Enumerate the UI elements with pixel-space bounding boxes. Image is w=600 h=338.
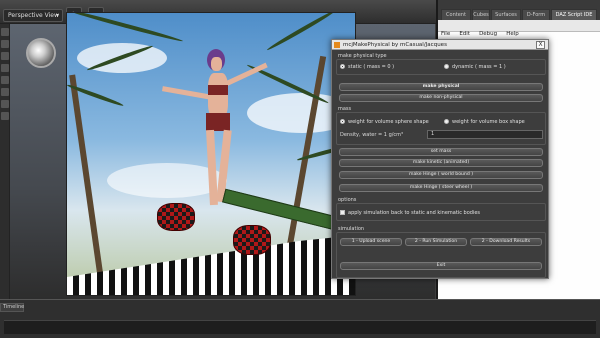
dialog-title: mcjMakePhysical by mCasual/Jacques — [332, 40, 548, 50]
static-radio[interactable]: static ( mass = 0 ) — [340, 64, 394, 71]
mass-group — [336, 112, 546, 145]
close-button[interactable]: X — [536, 41, 545, 49]
viewport-camera-label: Perspective View — [8, 12, 59, 19]
radio-checked-icon — [340, 119, 345, 124]
viewport-camera-select[interactable]: Perspective View ▾ — [3, 9, 63, 22]
move-tool-icon[interactable] — [1, 40, 9, 48]
apply-back-checkbox[interactable]: apply simulation back to static and kine… — [340, 210, 480, 216]
checkbox-unchecked-icon — [340, 210, 345, 215]
camera-orbit-control[interactable] — [26, 38, 56, 68]
radio-unchecked-icon — [444, 119, 449, 124]
timeline-track[interactable] — [4, 320, 596, 334]
box-shape-label: weight for volume box shape — [452, 119, 525, 125]
set-mass-button[interactable]: set mass — [339, 148, 543, 156]
box-shape-radio[interactable]: weight for volume box shape — [444, 119, 525, 126]
make-non-physical-button[interactable]: make non-physical — [339, 94, 543, 102]
skateboard-deck — [222, 188, 342, 232]
apply-back-label: apply simulation back to static and kine… — [348, 210, 481, 216]
palm-leaf — [266, 13, 338, 52]
figure-head — [211, 57, 222, 71]
dynamic-radio[interactable]: dynamic ( mass = 1 ) — [444, 64, 506, 71]
make-kinetic-button[interactable]: make kinetic (animated) — [339, 159, 543, 167]
make-hinge-world-button[interactable]: make Hinge ( world bound ) — [339, 171, 543, 179]
figure-torso — [208, 73, 228, 118]
pan-tool-icon[interactable] — [1, 76, 9, 84]
static-radio-label: static ( mass = 0 ) — [348, 64, 395, 70]
radio-checked-icon — [340, 64, 345, 69]
tool-column — [0, 24, 10, 304]
skateboard-wheel — [157, 203, 195, 231]
radio-unchecked-icon — [444, 64, 449, 69]
exit-button[interactable]: Exit — [340, 262, 542, 270]
make-physical-button[interactable]: make physical — [339, 83, 543, 91]
sphere-shape-radio[interactable]: weight for volume sphere shape — [340, 119, 429, 126]
scale-tool-icon[interactable] — [1, 64, 9, 72]
checkered-floor — [67, 235, 355, 295]
app-icon — [334, 42, 340, 48]
skateboard-wheel — [233, 225, 271, 255]
download-results-button[interactable]: 2 - Download Results — [470, 238, 542, 246]
density-label: Density, water = 1 g/cm³ — [340, 132, 404, 138]
palm-leaf — [67, 13, 184, 43]
make-physical-dialog: mcjMakePhysical by mCasual/Jacques X mak… — [331, 39, 549, 279]
tab-timeline[interactable]: Timeline — [0, 303, 24, 312]
upload-scene-button[interactable]: 1 - Upload scene — [340, 238, 402, 246]
select-tool-icon[interactable] — [1, 28, 9, 36]
editor-menu-bar: File Edit Debug Help — [437, 20, 600, 37]
palm-tree — [69, 74, 103, 274]
dynamic-radio-label: dynamic ( mass = 1 ) — [452, 64, 506, 70]
figure-shorts — [206, 113, 230, 131]
zoom-tool-icon[interactable] — [1, 88, 9, 96]
density-input[interactable]: 1 — [427, 130, 543, 139]
make-hinge-steer-button[interactable]: make Hinge ( steer wheel ) — [339, 184, 543, 192]
light-tool-icon[interactable] — [1, 112, 9, 120]
rotate-tool-icon[interactable] — [1, 52, 9, 60]
figure-top — [208, 85, 228, 95]
chevron-down-icon: ▾ — [55, 12, 59, 19]
timeline-panel: Timeline — [0, 299, 600, 338]
run-simulation-button[interactable]: 2 - Run Simulation — [405, 238, 467, 246]
orbit-tool-icon[interactable] — [1, 100, 9, 108]
daz-studio-window: Perspective View ▾ ⟳ ▸ — [0, 0, 600, 338]
sphere-shape-label: weight for volume sphere shape — [348, 119, 429, 125]
rendered-scene[interactable] — [66, 12, 356, 296]
